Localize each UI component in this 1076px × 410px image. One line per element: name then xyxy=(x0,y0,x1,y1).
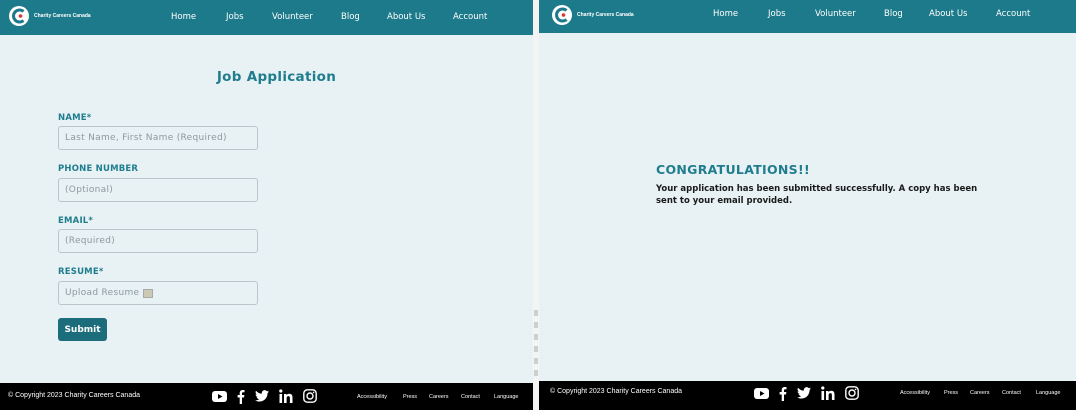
nav-blog[interactable]: Blog xyxy=(884,9,903,19)
nav-about-us[interactable]: About Us xyxy=(387,12,425,22)
footer-link-contact[interactable]: Contact xyxy=(461,394,480,400)
twitter-icon[interactable] xyxy=(255,390,269,402)
twitter-icon[interactable] xyxy=(797,387,811,399)
site-header: Charity Careers Canada Home Jobs Volunte… xyxy=(539,0,1076,33)
facebook-icon[interactable] xyxy=(779,386,787,401)
footer-link-careers[interactable]: Careers xyxy=(970,390,990,396)
nav-volunteer[interactable]: Volunteer xyxy=(272,12,313,22)
nav-account[interactable]: Account xyxy=(996,9,1030,19)
email-label: EMAIL* xyxy=(58,216,94,226)
instagram-icon[interactable] xyxy=(303,389,317,403)
upload-icon xyxy=(143,288,154,298)
confirmation-screen: Charity Careers Canada Home Jobs Volunte… xyxy=(539,0,1076,410)
logo-icon xyxy=(8,5,30,27)
logo-text: Charity Careers Canada xyxy=(577,12,634,18)
nav-blog[interactable]: Blog xyxy=(341,12,360,22)
footer-link-language[interactable]: Language xyxy=(494,394,518,400)
name-input[interactable] xyxy=(58,126,258,150)
site-logo[interactable]: Charity Careers Canada xyxy=(551,4,634,26)
youtube-icon[interactable] xyxy=(754,387,769,399)
footer-link-press[interactable]: Press xyxy=(403,394,417,400)
resume-upload[interactable]: Upload Resume xyxy=(58,281,258,305)
nav-volunteer[interactable]: Volunteer xyxy=(815,9,856,19)
name-label: NAME* xyxy=(58,113,92,123)
footer-link-accessibility[interactable]: Accessibility xyxy=(357,394,387,400)
resume-label: RESUME* xyxy=(58,267,104,277)
linkedin-icon[interactable] xyxy=(279,389,293,403)
nav-account[interactable]: Account xyxy=(453,12,487,22)
logo-text: Charity Careers Canada xyxy=(34,13,91,19)
email-input[interactable] xyxy=(58,229,258,253)
nav-home[interactable]: Home xyxy=(713,9,738,19)
job-application-screen: Charity Careers Canada Home Jobs Volunte… xyxy=(0,0,533,410)
social-links xyxy=(754,383,859,403)
social-links xyxy=(212,386,317,406)
logo-icon xyxy=(551,4,573,26)
resume-upload-text: Upload Resume xyxy=(65,288,140,298)
copyright-text: © Copyright 2023 Charity Careers Canada xyxy=(8,392,141,399)
success-message: Your application has been submitted succ… xyxy=(656,184,978,206)
nav-about-us[interactable]: About Us xyxy=(929,9,967,19)
site-header: Charity Careers Canada Home Jobs Volunte… xyxy=(0,0,533,35)
site-footer: © Copyright 2023 Charity Careers Canada … xyxy=(0,383,533,410)
submit-button[interactable]: Submit xyxy=(58,318,107,341)
footer-link-language[interactable]: Language xyxy=(1036,390,1060,396)
copyright-text: © Copyright 2023 Charity Careers Canada xyxy=(550,388,683,395)
youtube-icon[interactable] xyxy=(212,390,227,402)
footer-link-accessibility[interactable]: Accessibility xyxy=(900,390,930,396)
nav-home[interactable]: Home xyxy=(171,12,196,22)
footer-link-press[interactable]: Press xyxy=(944,390,958,396)
facebook-icon[interactable] xyxy=(237,389,245,404)
site-footer: © Copyright 2023 Charity Careers Canada … xyxy=(539,381,1076,410)
page-title: Job Application xyxy=(216,69,337,85)
nav-jobs[interactable]: Jobs xyxy=(226,12,244,22)
linkedin-icon[interactable] xyxy=(821,386,835,400)
phone-input[interactable] xyxy=(58,178,258,202)
footer-link-contact[interactable]: Contact xyxy=(1002,390,1021,396)
phone-label: PHONE NUMBER xyxy=(58,164,139,174)
footer-link-careers[interactable]: Careers xyxy=(429,394,449,400)
instagram-icon[interactable] xyxy=(845,386,859,400)
congratulations-heading: CONGRATULATIONS!! xyxy=(656,162,810,177)
nav-jobs[interactable]: Jobs xyxy=(768,9,786,19)
site-logo[interactable]: Charity Careers Canada xyxy=(8,5,91,27)
